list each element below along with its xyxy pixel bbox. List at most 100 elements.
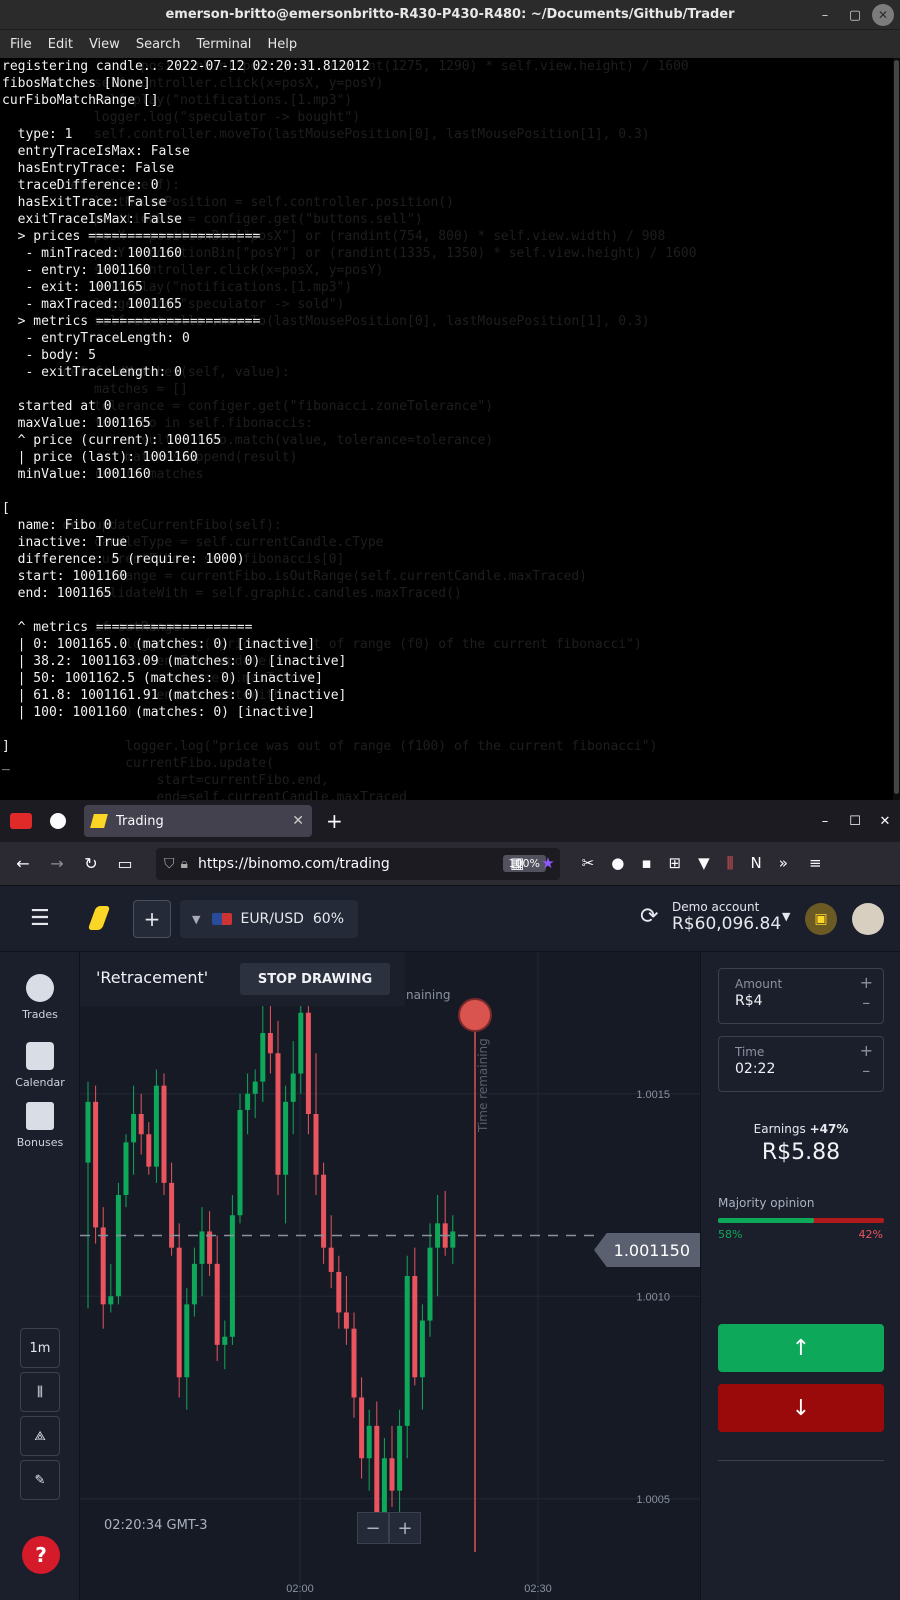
menu-view[interactable]: View	[81, 37, 128, 52]
terminal-line: - body: 5	[2, 348, 96, 363]
nav-trades-label: Trades	[22, 1008, 58, 1021]
help-icon[interactable]: ?	[22, 1536, 60, 1574]
minimize-icon[interactable]: –	[810, 8, 840, 23]
account-dropdown-icon[interactable]: ▼	[782, 910, 790, 923]
maximize-icon[interactable]: ▢	[840, 8, 870, 23]
put-down-button[interactable]: ↓	[718, 1384, 884, 1432]
amount-field[interactable]: Amount R$4 + –	[718, 968, 884, 1024]
nav-calendar[interactable]: Calendar	[0, 1042, 80, 1089]
majority-bar-up	[718, 1218, 815, 1223]
hamburger-menu-icon[interactable]: ☰	[30, 906, 50, 931]
back-icon[interactable]: ←	[6, 854, 40, 873]
reader-view-icon[interactable]: ▭	[108, 854, 142, 873]
zoom-in-button[interactable]: +	[389, 1512, 421, 1544]
majority-bar	[718, 1218, 884, 1223]
refresh-balance-icon[interactable]: ⟳	[640, 904, 658, 929]
qr-code-icon[interactable]: ▦	[510, 854, 524, 872]
notion-icon[interactable]: N	[751, 854, 762, 872]
terminal-line: | 50: 1001162.5 (matches: 0) [inactive]	[2, 671, 323, 686]
nav-bonuses[interactable]: Bonuses	[0, 1102, 80, 1149]
browser-close-icon[interactable]: ✕	[870, 814, 900, 829]
add-asset-button[interactable]: +	[133, 900, 171, 938]
call-up-button[interactable]: ↑	[718, 1324, 884, 1372]
earnings-value: R$5.88	[761, 1140, 841, 1165]
binomo-app: ☰ + ▼ EUR/USD 60% ⟳ Demo account R$60,09…	[0, 886, 900, 1600]
candle-body	[176, 1247, 182, 1378]
time-field[interactable]: Time 02:22 + –	[718, 1036, 884, 1092]
timeframe-button[interactable]: 1m	[20, 1328, 60, 1368]
more-tools-icon[interactable]: »	[779, 854, 788, 872]
x-tick-label: 02:30	[524, 1583, 552, 1595]
menu-terminal[interactable]: Terminal	[188, 37, 259, 52]
time-minus-icon[interactable]: –	[860, 1061, 873, 1081]
ghost-code-line: end=self.currentCandle.maxTraced	[0, 790, 407, 800]
github-icon[interactable]	[50, 813, 66, 829]
wallet-icon[interactable]: ▣	[805, 903, 837, 935]
account-selector[interactable]: Demo account R$60,096.84	[672, 900, 781, 934]
candle-body	[419, 1320, 425, 1378]
ghost-code-line: start=currentFibo.end,	[0, 773, 329, 788]
candle-body	[267, 1033, 273, 1054]
terminal-line: - exitTraceLength: 0	[2, 365, 183, 380]
terminal-line: type: 1	[2, 127, 73, 142]
time-plus-icon[interactable]: +	[860, 1041, 873, 1061]
candle-body	[184, 1304, 190, 1378]
extension-vue-icon[interactable]: ▼	[698, 854, 710, 872]
extension-grid-icon[interactable]: ⊞	[668, 854, 681, 872]
terminal-menubar: File Edit View Search Terminal Help	[0, 30, 900, 58]
candle-body	[321, 1174, 327, 1248]
tracking-shield-icon[interactable]: ⛉	[164, 856, 175, 872]
amount-plus-icon[interactable]: +	[860, 973, 873, 993]
terminal-line: > prices ======================	[2, 229, 261, 244]
app-menu-icon[interactable]: ≡	[809, 854, 822, 872]
forward-icon[interactable]: →	[40, 854, 74, 873]
close-icon[interactable]: ✕	[872, 4, 894, 26]
extension-avatar-icon[interactable]: ●	[611, 854, 624, 872]
terminal-line: ^ metrics ====================	[2, 620, 253, 635]
browser-maximize-icon[interactable]: ☐	[840, 814, 870, 829]
menu-search[interactable]: Search	[128, 37, 189, 52]
candle-body	[328, 1247, 334, 1272]
terminal-line: name: Fibo 0	[2, 518, 112, 533]
terminal-scrollbar[interactable]	[893, 58, 900, 800]
candle-body	[252, 1081, 258, 1094]
clock-icon	[26, 974, 54, 1002]
bookmark-star-icon[interactable]: ★	[541, 854, 554, 872]
stop-drawing-button[interactable]: STOP DRAWING	[240, 963, 390, 995]
tab-close-icon[interactable]: ✕	[292, 813, 304, 829]
candle-body	[374, 1425, 380, 1519]
price-chart[interactable]: 1.0015 1.0010 1.0005 02:00 02:30 'Retracemen…	[80, 952, 700, 1600]
menu-help[interactable]: Help	[259, 37, 305, 52]
candle-body	[404, 1276, 410, 1426]
lock-icon[interactable]: 🔒︎	[181, 856, 188, 872]
menu-file[interactable]: File	[2, 37, 40, 52]
candle-body	[245, 1093, 251, 1110]
candle-body	[427, 1247, 433, 1321]
earnings-label: Earnings	[753, 1122, 806, 1136]
nav-trades[interactable]: Trades	[0, 974, 80, 1021]
earnings-header: Earnings +47%	[701, 1122, 900, 1136]
tab-trading[interactable]: Trading ✕	[84, 805, 312, 837]
arrow-up-icon: ↑	[791, 1335, 811, 1361]
terminal-line: minValue: 1001160	[2, 467, 151, 482]
amount-minus-icon[interactable]: –	[860, 993, 873, 1013]
drawing-tools-icon[interactable]: ⟁	[20, 1416, 60, 1456]
avatar[interactable]	[852, 903, 884, 935]
asset-selector[interactable]: ▼ EUR/USD 60%	[180, 900, 358, 938]
zoom-out-button[interactable]: −	[357, 1512, 389, 1544]
terminal-output[interactable]: positionBin["posY"] or (randint(1275, 12…	[0, 58, 893, 800]
terminal-titlebar[interactable]: emerson-britto@emersonbritto-R430-P430-R…	[0, 0, 900, 30]
youtube-icon[interactable]	[10, 813, 32, 829]
menu-edit[interactable]: Edit	[40, 37, 81, 52]
reload-icon[interactable]: ↻	[74, 854, 108, 873]
extension-chat-icon[interactable]: ▪	[641, 854, 651, 872]
candle-type-icon[interactable]: ⫼	[20, 1372, 60, 1412]
new-tab-icon[interactable]: +	[326, 809, 343, 833]
browser-minimize-icon[interactable]: –	[810, 814, 840, 829]
terminal-line: curFiboMatchRange []	[2, 93, 159, 108]
extension-chart-icon[interactable]: ⫼	[727, 854, 734, 872]
pencil-icon[interactable]: ✎	[20, 1460, 60, 1500]
url-bar[interactable]: ⛉ 🔒︎ https://binomo.com/trading 100%	[156, 848, 560, 880]
chart-canvas[interactable]: 1.0015 1.0010 1.0005 02:00 02:30	[80, 952, 700, 1600]
screenshot-icon[interactable]: ✂	[582, 854, 595, 872]
